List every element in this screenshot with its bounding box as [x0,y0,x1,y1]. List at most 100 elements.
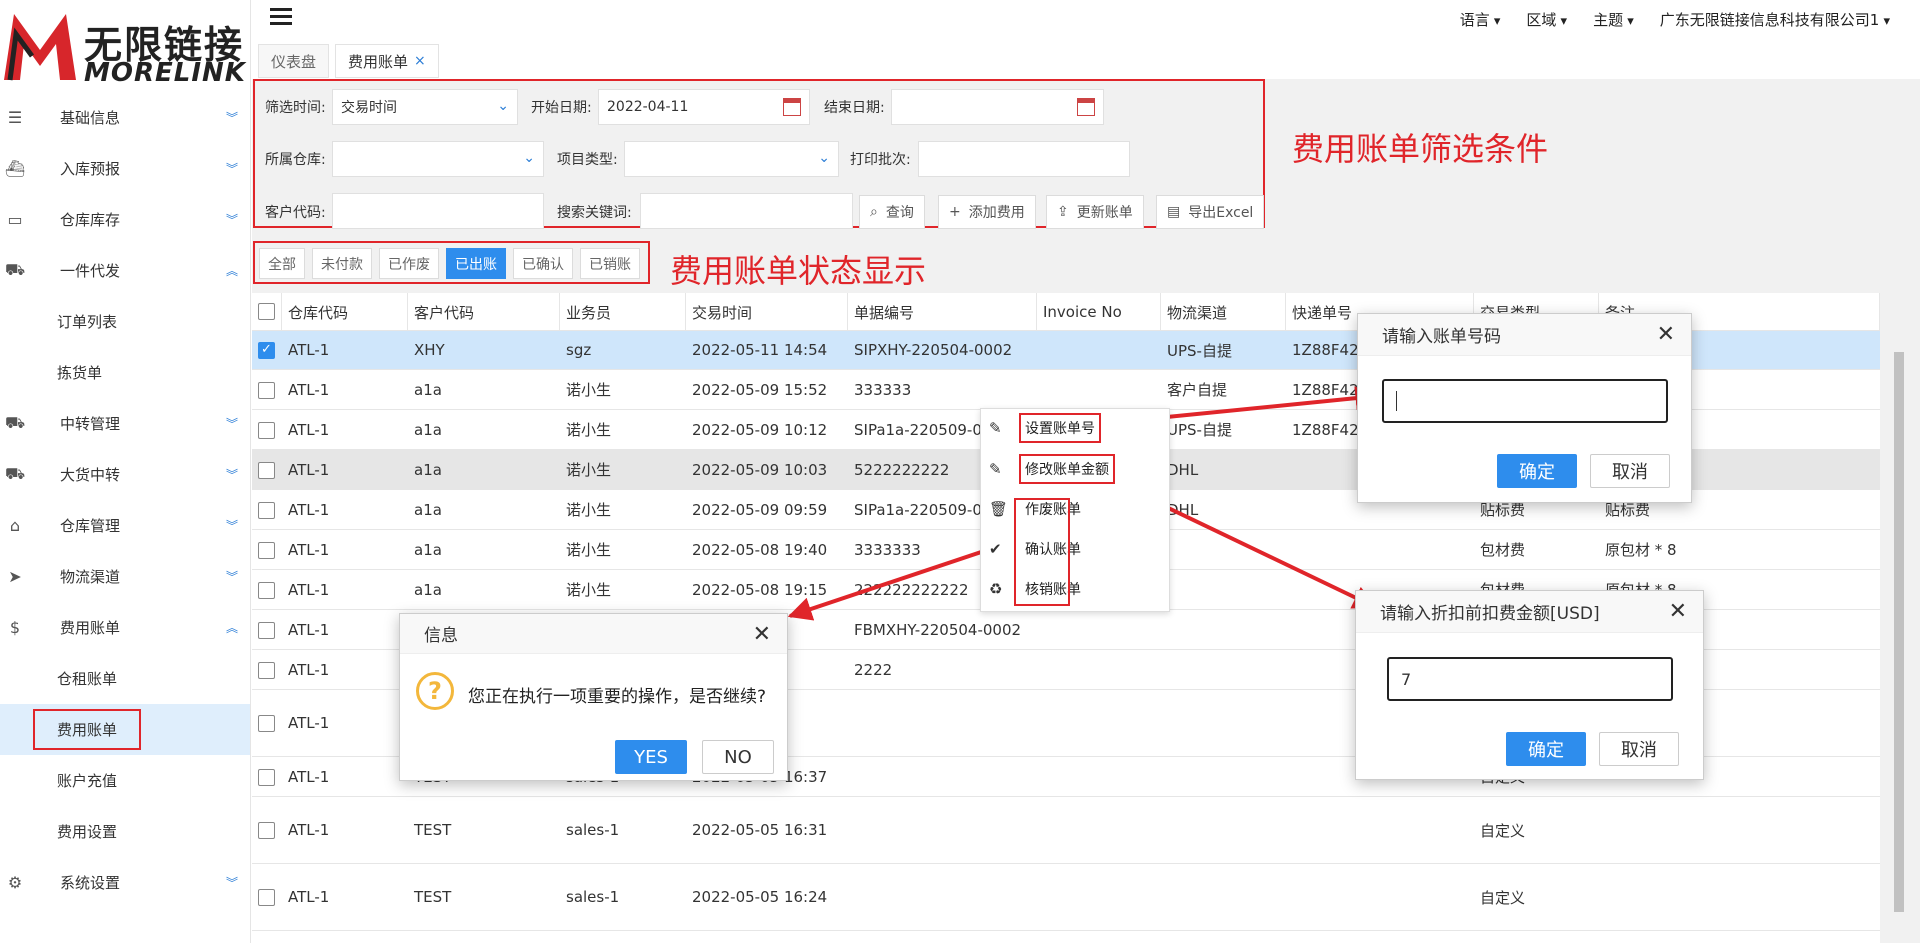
row-checkbox[interactable] [258,342,275,359]
list-icon: ☰ [7,108,23,127]
menu-item-edit-amount[interactable]: ✎ 修改账单金额 [989,454,1115,484]
status-tab-unpaid[interactable]: 未付款 [312,248,372,279]
sidebar-subitem-storage-bill[interactable]: 仓租账单 [0,653,250,704]
tab-fee-bill[interactable]: 费用账单 × [335,44,439,78]
col-invoice-no[interactable]: Invoice No [1037,293,1161,331]
close-icon[interactable]: ✕ [1657,322,1675,347]
sidebar-item-warehouse[interactable]: ⌂ 仓库管理 ︾ [0,500,250,551]
row-checkbox[interactable] [258,661,275,679]
sidebar-subitem-order-list[interactable]: 订单列表 [0,296,250,347]
col-doc-no[interactable]: 单据编号 [848,293,1037,331]
sidebar-item-inbound[interactable]: ⛴ 入库预报 ︾ [0,143,250,194]
time-filter-select[interactable]: 交易时间 ⌄ [332,89,518,125]
col-time[interactable]: 交易时间 [686,293,848,331]
company-dropdown[interactable]: 广东无限链接信息科技有限公司1 [1660,9,1890,30]
cell-time: 2022-05-05 16:24 [692,888,828,906]
language-dropdown[interactable]: 语言 [1460,9,1501,30]
amount-input[interactable]: 7 [1387,657,1673,701]
export-excel-button[interactable]: ▤ 导出Excel [1156,195,1265,229]
sidebar-item-billing[interactable]: $ 费用账单 ︽ [0,602,250,653]
end-date-input[interactable] [891,89,1104,125]
close-icon[interactable]: × [414,53,426,69]
row-checkbox[interactable] [258,381,275,399]
query-button[interactable]: ⌕ 查询 [859,195,925,229]
customer-code-input[interactable] [332,193,544,229]
theme-dropdown[interactable]: 主题 [1593,9,1634,30]
cell-ch [1161,650,1286,689]
cell-wh: ATL-1 [288,420,330,439]
dialog-title: 请输入账单号码 [1382,327,1501,347]
status-tab-settled[interactable]: 已销账 [580,248,640,279]
yes-button[interactable]: YES [615,740,687,774]
close-icon[interactable]: ✕ [1669,599,1687,624]
cancel-button[interactable]: 取消 [1599,732,1679,766]
warehouse-select[interactable]: ⌄ [332,141,544,177]
cell-wh: ATL-1 [288,821,330,839]
cell-ch: UPS-自提 [1167,341,1232,360]
cancel-button[interactable]: 取消 [1590,454,1670,488]
col-customer[interactable]: 客户代码 [408,293,560,331]
cell-ch [1161,530,1286,569]
start-date-input[interactable]: 2022-04-11 [598,89,810,125]
row-checkbox[interactable] [258,621,275,639]
sidebar-subitem-recharge[interactable]: 账户充值 [0,755,250,806]
pencil-icon: ✎ [989,460,1002,478]
page-tabs: 仪表盘 费用账单 × [258,44,439,78]
row-checkbox[interactable] [258,889,275,906]
status-tab-billed[interactable]: 已出账 [446,248,506,279]
menu-toggle-icon[interactable] [270,8,292,26]
row-checkbox[interactable] [258,715,275,732]
sidebar-item-basic-info[interactable]: ☰ 基础信息 ︾ [0,92,250,143]
status-tab-all[interactable]: 全部 [259,248,305,279]
region-dropdown[interactable]: 区域 [1526,9,1567,30]
table-row[interactable]: ATL-1 TEST sales-1 2022-05-05 16:24 自定义 [252,864,1880,931]
close-icon[interactable]: ✕ [753,622,771,647]
status-tab-confirmed[interactable]: 已确认 [513,248,573,279]
keyword-input[interactable] [640,193,853,229]
confirm-button[interactable]: 确定 [1497,454,1577,488]
row-checkbox[interactable] [258,501,275,519]
time-filter-label: 筛选时间: [265,100,326,116]
table-row[interactable]: ATL-1 TEST sales-1 2022-05-05 16:31 自定义 [252,797,1880,864]
sidebar-item-transfer[interactable]: ⛟ 中转管理 ︾ [0,398,250,449]
cell-doc [848,690,1037,756]
update-bill-button[interactable]: ⇪ 更新账单 [1046,195,1144,229]
sidebar-item-logistics[interactable]: ➤ 物流渠道 ︾ [0,551,250,602]
cell-time: 2022-05-05 16:31 [692,821,828,839]
bill-no-input[interactable] [1382,379,1668,423]
sidebar-item-bulk-transfer[interactable]: ⛟ 大货中转 ︾ [0,449,250,500]
cell-doc [848,797,1037,863]
print-batch-input[interactable] [918,141,1130,177]
sidebar-subitem-fee-bill[interactable]: 费用账单 [0,704,250,755]
row-checkbox[interactable] [258,822,275,839]
amount-dialog: 请输入折扣前扣费金额[USD] ✕ 7 确定 取消 [1355,590,1704,780]
row-checkbox[interactable] [258,461,275,479]
confirm-button[interactable]: 确定 [1506,732,1586,766]
add-fee-button[interactable]: + 添加费用 [938,195,1036,229]
status-tab-voided[interactable]: 已作废 [379,248,439,279]
row-checkbox[interactable] [258,421,275,439]
cell-sales: 诺小生 [566,501,612,519]
col-warehouse[interactable]: 仓库代码 [282,293,408,331]
col-sales[interactable]: 业务员 [560,293,686,331]
amount-value: 7 [1401,669,1412,689]
table-scrollbar[interactable] [1892,338,1906,943]
cell-inv [1037,331,1161,369]
row-checkbox[interactable] [258,768,275,786]
sidebar-subitem-fee-settings[interactable]: 费用设置 [0,806,250,857]
tab-dashboard[interactable]: 仪表盘 [258,44,330,78]
sidebar-item-inventory[interactable]: ▭ 仓库库存 ︾ [0,194,250,245]
menu-item-set-bill-no[interactable]: ✎ 设置账单号 [989,413,1101,443]
col-channel[interactable]: 物流渠道 [1161,293,1286,331]
project-type-select[interactable]: ⌄ [624,141,839,177]
menu-item-label: 设置账单号 [1019,413,1101,443]
plus-icon: + [949,204,961,220]
sidebar-item-system-settings[interactable]: ⚙ 系统设置 ︾ [0,857,250,908]
cell-ch [1161,757,1286,796]
row-checkbox[interactable] [258,581,275,599]
no-button[interactable]: NO [702,740,774,774]
sidebar-subitem-picking[interactable]: 拣货单 [0,347,250,398]
sidebar-item-dropship[interactable]: ⛟ 一件代发 ︽ [0,245,250,296]
row-checkbox[interactable] [258,541,275,559]
scrollbar-thumb[interactable] [1894,352,1904,912]
